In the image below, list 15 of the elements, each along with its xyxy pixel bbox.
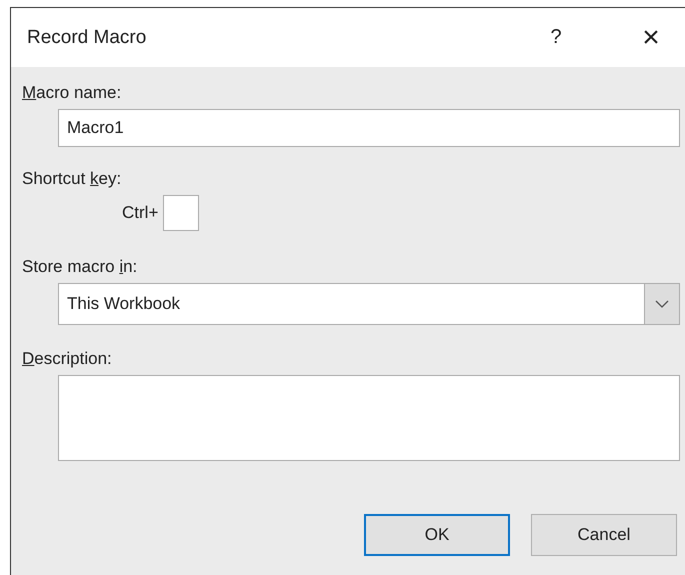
help-button[interactable]: ? <box>541 26 571 49</box>
field-label: Store macro in: <box>22 257 138 277</box>
close-button[interactable]: × <box>631 20 671 54</box>
cancel-button[interactable]: Cancel <box>531 514 677 556</box>
store-macro-dropdown[interactable]: This Workbook <box>58 283 680 325</box>
ctrl-label: Ctrl+ <box>122 203 158 223</box>
field-label: Shortcut key: <box>22 169 122 189</box>
ok-button[interactable]: OK <box>364 514 510 556</box>
shortcut-key-field[interactable] <box>163 195 200 231</box>
field-label: Description: <box>22 349 112 369</box>
chevron-down-icon <box>655 300 669 308</box>
macro-name-field[interactable]: Macro1 <box>58 109 680 147</box>
window-title: Record Macro <box>27 26 148 48</box>
description-field[interactable] <box>58 375 680 461</box>
field-label: Macro name: <box>22 83 122 103</box>
